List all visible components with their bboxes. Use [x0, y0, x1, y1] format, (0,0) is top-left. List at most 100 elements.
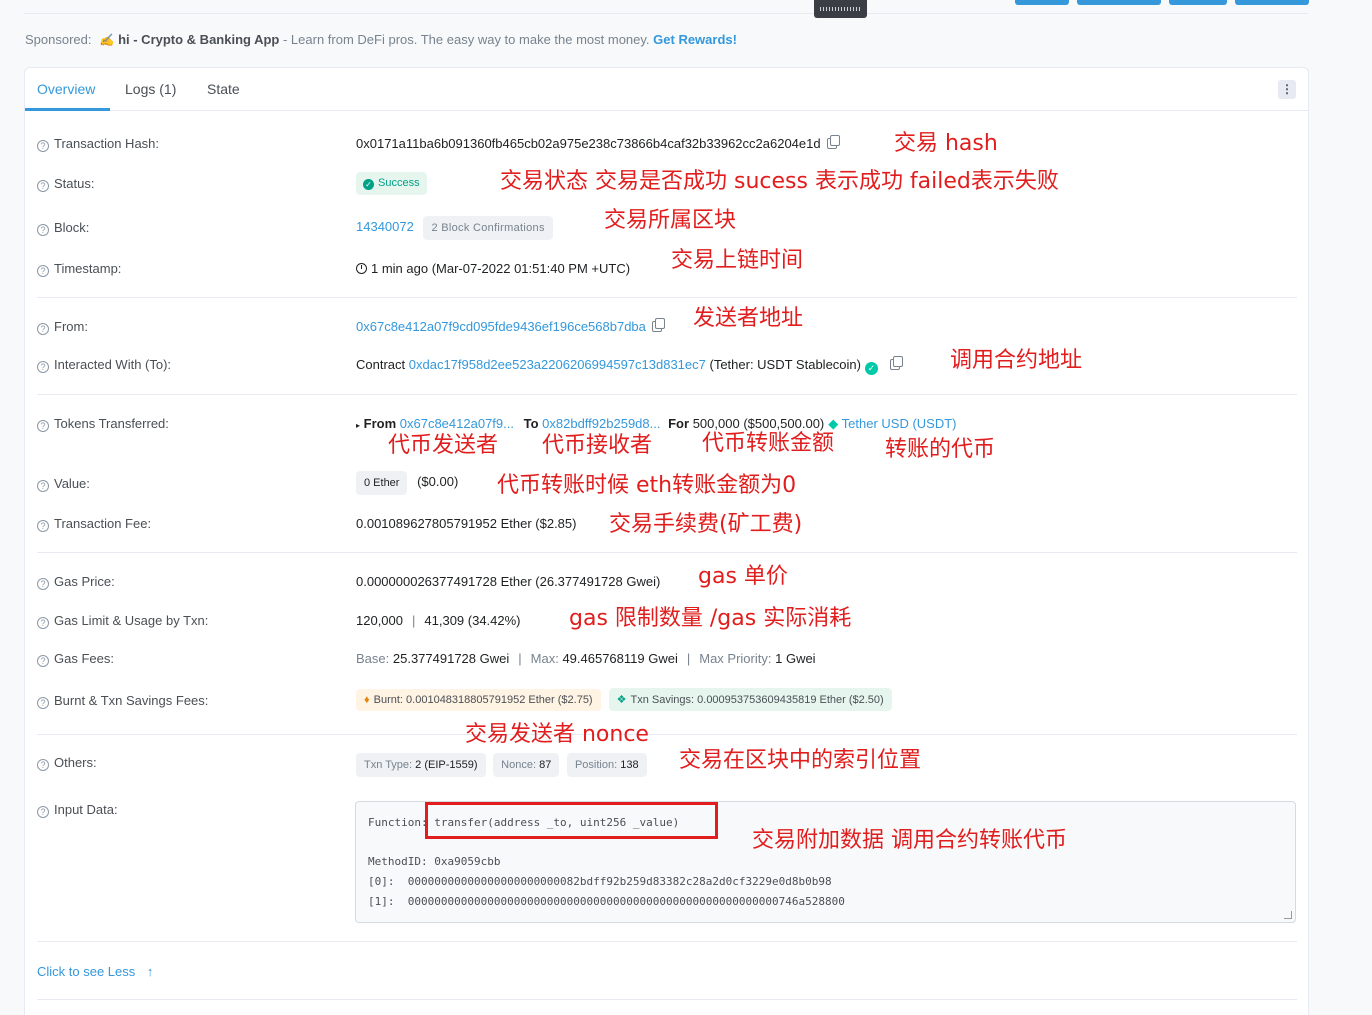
help-icon: ?	[37, 361, 49, 373]
timestamp-label: ? Timestamp:	[37, 261, 121, 277]
token-name-link[interactable]: Tether USD (USDT)	[842, 416, 957, 431]
flame-icon: ♦	[364, 694, 370, 706]
top-nav-button-4[interactable]	[1235, 0, 1309, 5]
contract-address-link[interactable]: 0xdac17f958d2ee523a2206206994597c13d831e…	[409, 357, 706, 372]
from-address-link[interactable]: 0x67c8e412a07f9cd095fde9436ef196ce568b7d…	[356, 319, 646, 334]
nonce-badge: Nonce: 87	[493, 753, 560, 777]
annotation-to: 调用合约地址	[950, 348, 1083, 373]
annotation-token-to: 代币接收者	[542, 433, 653, 458]
copy-icon[interactable]	[826, 135, 840, 149]
help-icon: ?	[37, 759, 49, 771]
help-icon: ?	[37, 180, 49, 192]
annotation-position: 交易在区块中的索引位置	[679, 748, 922, 773]
token-amount: 500,000	[692, 416, 740, 431]
top-divider	[24, 13, 1308, 14]
input-param-0: [0]: 00000000000000000000000082bdff92b25…	[368, 875, 832, 888]
help-icon: ?	[37, 480, 49, 492]
gas-fees-value: Base: 25.377491728 Gwei | Max: 49.46576811…	[356, 651, 816, 666]
tab-state[interactable]: State	[207, 81, 240, 97]
savings-icon: ❖	[616, 694, 627, 706]
burnt-value: ♦ Burnt: 0.001048318805791952 Ether ($2.7…	[356, 688, 892, 711]
token-to-link[interactable]: 0x82bdff92b259d8...	[542, 416, 660, 431]
resize-handle-icon[interactable]	[1284, 911, 1292, 919]
help-icon: ?	[37, 140, 49, 152]
position-badge: Position: 138	[566, 753, 647, 777]
get-rewards-link[interactable]: Get Rewards!	[653, 32, 737, 47]
from-value: 0x67c8e412a07f9cd095fde9436ef196ce568b7d…	[356, 318, 665, 334]
clock-icon	[356, 263, 367, 274]
status-badge: ✓ Success	[356, 172, 427, 195]
annotation-from: 发送者地址	[693, 306, 804, 331]
value-label: ? Value:	[37, 476, 90, 492]
input-method-line: MethodID: 0xa9059cbb	[368, 855, 501, 868]
tx-hash-label: ? Transaction Hash:	[37, 136, 159, 152]
timestamp-value: 1 min ago (Mar-07-2022 01:51:40 PM +UTC)	[356, 261, 630, 276]
gas-limit-label: ? Gas Limit & Usage by Txn:	[37, 613, 208, 629]
block-label: ? Block:	[37, 220, 89, 236]
annotation-token-amount: 代币转账金额	[702, 431, 835, 456]
value-value: 0 Ether ($0.00)	[356, 471, 458, 495]
arrow-up-icon: ↑	[146, 964, 154, 979]
input-param-1: [1]: 00000000000000000000000000000000000…	[368, 895, 845, 908]
sponsor-logo-icon: ✍	[99, 33, 115, 47]
help-icon: ?	[37, 806, 49, 818]
see-less-link[interactable]: Click to see Less ↑	[37, 964, 153, 979]
annotation-token-name: 转账的代币	[885, 437, 996, 462]
divider	[37, 941, 1297, 942]
divider	[37, 999, 1297, 1000]
token-usd: ($500,500.00)	[743, 416, 825, 431]
annotation-input: 交易附加数据 调用合约转账代币	[752, 828, 1067, 853]
divider	[37, 552, 1297, 553]
help-icon: ?	[37, 697, 49, 709]
savings-badge: ❖ Txn Savings: 0.000953753609435819 Ether…	[608, 688, 892, 711]
device-thumbnail	[814, 0, 867, 18]
annotation-nonce: 交易发送者 nonce	[465, 722, 649, 747]
check-circle-icon: ✓	[363, 179, 374, 190]
sponsored-banner: Sponsored: ✍ hi - Crypto & Banking App - …	[25, 32, 737, 47]
annotation-value: 代币转账时候 eth转账金额为0	[497, 473, 797, 498]
tx-hash-value: 0x0171a11ba6b091360fb465cb02a975e238c738…	[356, 135, 840, 151]
top-nav-button-3[interactable]	[1169, 0, 1227, 5]
status-label: ? Status:	[37, 176, 94, 192]
copy-icon[interactable]	[889, 356, 903, 370]
token-from-link[interactable]: 0x67c8e412a07f9...	[400, 416, 514, 431]
verified-check-icon: ✓	[864, 362, 878, 375]
annotation-time: 交易上链时间	[671, 248, 804, 273]
burnt-label: ? Burnt & Txn Savings Fees:	[37, 693, 208, 709]
help-icon: ?	[37, 265, 49, 277]
help-icon: ?	[37, 578, 49, 590]
top-nav-button-1[interactable]	[1015, 0, 1069, 5]
more-options-icon[interactable]: ⋮	[1278, 80, 1296, 99]
to-label: ? Interacted With (To):	[37, 357, 171, 373]
annotation-block: 交易所属区块	[604, 208, 737, 233]
caret-right-icon: ▸	[356, 421, 361, 430]
tab-logs[interactable]: Logs (1)	[125, 81, 176, 97]
others-value: Txn Type: 2 (EIP-1559) Nonce: 87 Positio…	[356, 753, 647, 777]
input-data-label: ? Input Data:	[37, 802, 118, 818]
gas-limit-value: 120,000 | 41,309 (34.42%)	[356, 613, 521, 628]
annotation-hash: 交易 hash	[894, 131, 998, 156]
copy-icon[interactable]	[651, 318, 665, 332]
block-number-link[interactable]: 14340072	[356, 215, 414, 234]
annotation-gas-limit: gas 限制数量 /gas 实际消耗	[569, 606, 852, 631]
help-icon: ?	[37, 520, 49, 532]
tab-overview[interactable]: Overview	[37, 81, 95, 97]
from-label: ? From:	[37, 319, 88, 335]
top-nav-button-2[interactable]	[1077, 0, 1161, 5]
to-value: Contract 0xdac17f958d2ee523a220620699459…	[356, 356, 903, 375]
tx-fee-label: ? Transaction Fee:	[37, 516, 151, 532]
annotation-token-from: 代币发送者	[388, 433, 499, 458]
gas-price-label: ? Gas Price:	[37, 574, 115, 590]
tether-logo-icon: ◆	[828, 416, 839, 431]
function-highlight-box	[425, 802, 718, 839]
tokens-label: ? Tokens Transferred:	[37, 416, 169, 432]
sponsor-text: - Learn from DeFi pros. The easy way to …	[279, 32, 654, 47]
annotation-fee: 交易手续费(矿工费)	[609, 512, 803, 537]
divider	[37, 734, 1297, 735]
help-icon: ?	[37, 617, 49, 629]
token-transfer-row: ▸ From 0x67c8e412a07f9... To 0x82bdff92b…	[356, 416, 957, 431]
help-icon: ?	[37, 323, 49, 335]
tab-bar: Overview Logs (1) State ⋮	[25, 68, 1308, 111]
sponsored-prefix: Sponsored:	[25, 32, 92, 47]
tx-fee-value: 0.001089627805791952 Ether ($2.85)	[356, 516, 577, 531]
